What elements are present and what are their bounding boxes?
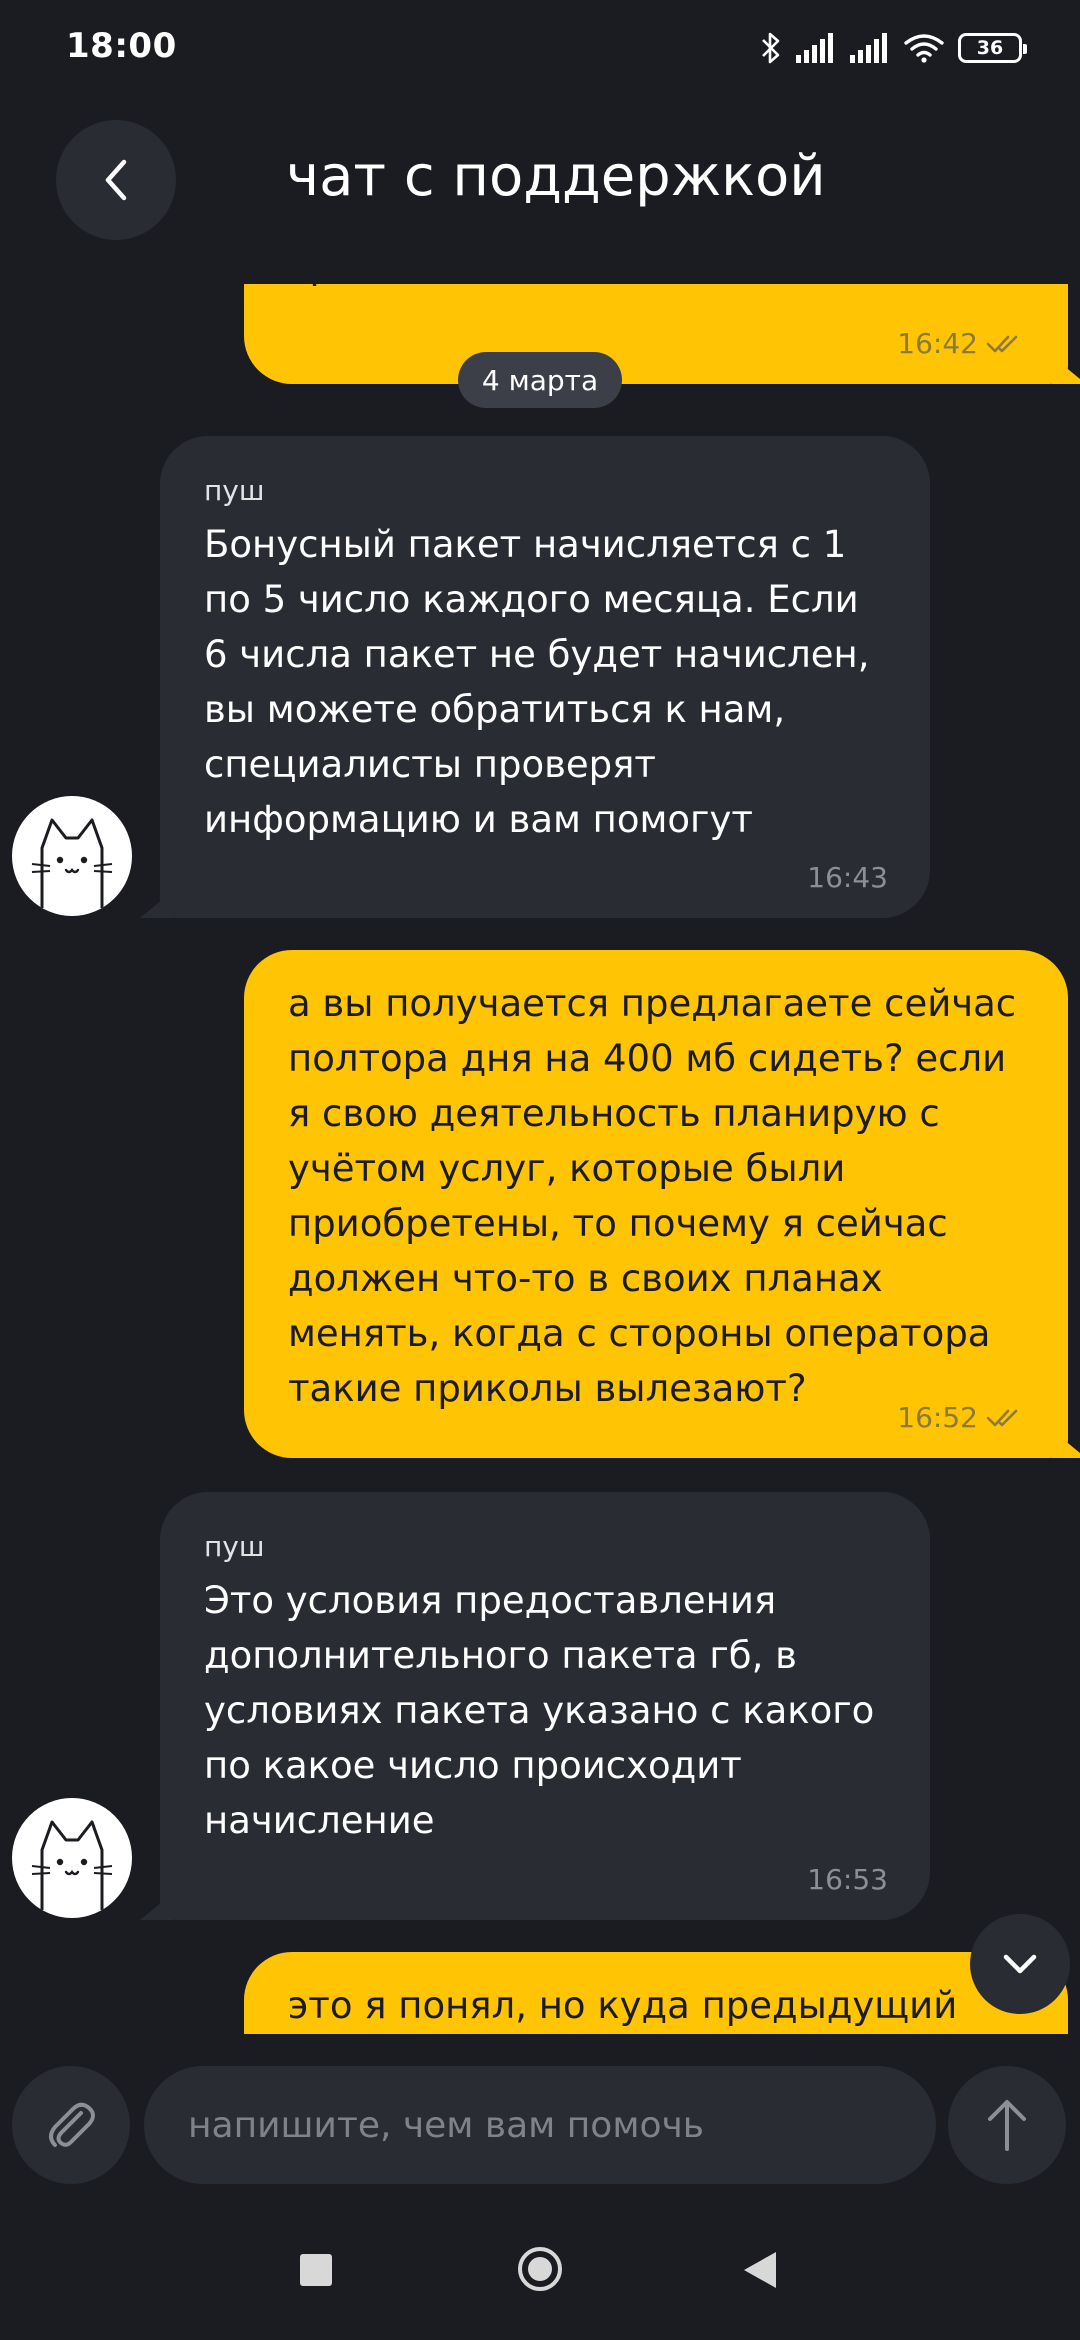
message-meta: 16:52 xyxy=(897,1401,1026,1434)
message-input[interactable] xyxy=(144,2066,936,2184)
message-meta: 16:43 xyxy=(807,861,888,894)
message-outgoing[interactable]: это я понял, но куда предыдущий xyxy=(244,1952,1068,2034)
home-icon[interactable] xyxy=(515,2244,565,2294)
status-icons: 36 xyxy=(760,28,1027,68)
double-check-icon xyxy=(986,1409,1018,1426)
message-composer xyxy=(0,2034,1080,2224)
message-time: 16:52 xyxy=(897,1401,978,1434)
message-text: Это условия предоставления дополнительно… xyxy=(204,1579,875,1842)
chevron-down-icon xyxy=(1003,1954,1037,1974)
back-button[interactable] xyxy=(56,120,176,240)
send-button[interactable] xyxy=(948,2066,1066,2184)
system-nav-bar xyxy=(0,2224,1080,2340)
back-nav-icon[interactable] xyxy=(742,2250,778,2290)
page-title: чат с поддержкой xyxy=(286,144,826,209)
attach-button[interactable] xyxy=(12,2066,130,2184)
message-incoming[interactable]: пуш Бонусный пакет начисляется с 1 по 5 … xyxy=(160,436,930,918)
signal-icon xyxy=(850,33,887,63)
battery-level: 36 xyxy=(976,37,1004,59)
message-sender: пуш xyxy=(204,1530,265,1563)
message-time: 16:42 xyxy=(897,327,978,360)
recent-apps-icon[interactable] xyxy=(300,2254,332,2286)
scroll-to-bottom-button[interactable] xyxy=(970,1914,1070,2014)
avatar xyxy=(12,796,132,916)
message-text: а вы получается предлагаете сейчас полто… xyxy=(288,982,1017,1410)
status-bar: 18:00 36 xyxy=(0,0,1080,96)
cat-avatar-icon xyxy=(31,1820,113,1910)
cat-avatar-icon xyxy=(31,818,113,908)
arrow-up-icon xyxy=(988,2100,1026,2151)
message-text: это я понял, но куда предыдущий xyxy=(288,1984,958,2027)
message-text: тратился. а сейчас его нет xyxy=(288,284,814,293)
wifi-icon xyxy=(904,34,944,63)
message-time: 16:43 xyxy=(807,861,888,894)
message-sender: пуш xyxy=(204,474,265,507)
bluetooth-icon xyxy=(762,32,780,64)
chat-header: чат с поддержкой xyxy=(0,96,1080,284)
bubble-tail xyxy=(140,890,174,918)
message-meta: 16:42 xyxy=(897,327,1026,360)
message-outgoing[interactable]: а вы получается предлагаете сейчас полто… xyxy=(244,950,1068,1458)
chevron-left-icon xyxy=(105,159,127,201)
double-check-icon xyxy=(986,335,1018,352)
status-time: 18:00 xyxy=(66,26,177,66)
message-time: 16:53 xyxy=(807,1863,888,1896)
battery-icon: 36 xyxy=(958,33,1027,63)
message-outgoing[interactable]: тратился. а сейчас его нет 16:42 xyxy=(244,284,1068,384)
message-meta: 16:53 xyxy=(807,1863,888,1896)
message-text: Бонусный пакет начисляется с 1 по 5 числ… xyxy=(204,523,870,841)
date-separator: 4 марта xyxy=(458,352,622,408)
avatar xyxy=(12,1798,132,1918)
chat-messages[interactable]: тратился. а сейчас его нет 16:42 4 марта… xyxy=(0,284,1080,2034)
signal-icon xyxy=(796,33,833,63)
message-incoming[interactable]: пуш Это условия предоставления дополните… xyxy=(160,1492,930,1920)
paperclip-icon xyxy=(49,2102,95,2147)
